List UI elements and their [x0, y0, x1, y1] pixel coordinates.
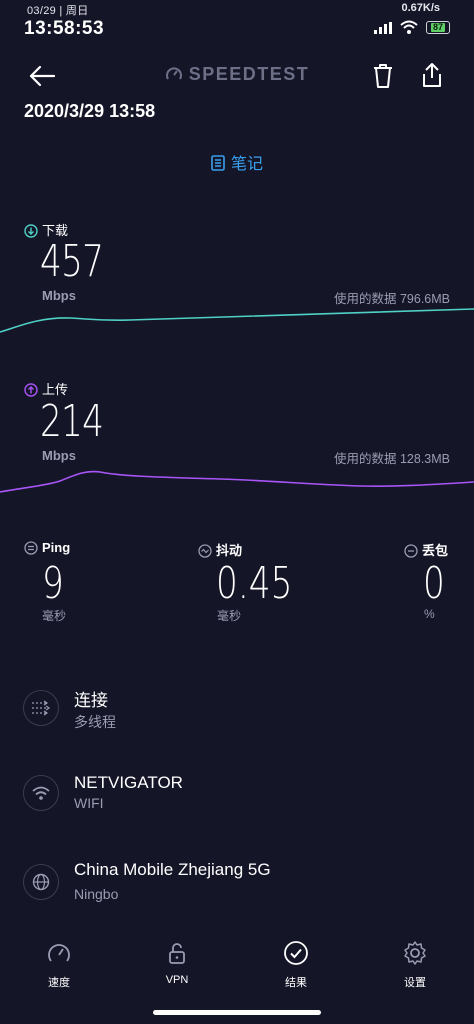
- jitter-icon: [198, 544, 212, 558]
- test-timestamp: 2020/3/29 13:58: [24, 101, 156, 121]
- ping-icon: [24, 541, 38, 555]
- connection-icon: [23, 690, 59, 726]
- speedometer-icon: [48, 944, 70, 962]
- jitter-label: 抖动: [216, 543, 243, 558]
- upload-icon: [24, 383, 38, 397]
- network-type: WIFI: [74, 795, 104, 811]
- ping-label: Ping: [42, 540, 71, 555]
- loss-label: 丢包: [422, 543, 449, 558]
- packet-loss-icon: [404, 544, 418, 558]
- upload-value: 214: [40, 396, 104, 447]
- connection-title: 连接: [74, 691, 108, 710]
- nav-vpn-label: VPN: [165, 974, 189, 986]
- ping-label-row: Ping: [24, 540, 70, 555]
- status-time: 13:58:53: [24, 18, 105, 39]
- battery-icon: 87: [426, 21, 450, 34]
- nav-speed-label: 速度: [48, 977, 70, 989]
- nav-settings-label: 设置: [404, 977, 426, 989]
- nav-results[interactable]: 结果: [256, 940, 336, 990]
- loss-value: 0: [423, 558, 445, 609]
- app-title: SPEEDTEST: [0, 64, 474, 85]
- nav-results-label: 结果: [285, 977, 307, 989]
- upload-label: 上传: [42, 382, 69, 397]
- ping-value: 9: [42, 558, 64, 609]
- share-icon[interactable]: [421, 62, 443, 88]
- server-name: China Mobile Zhejiang 5G: [74, 860, 271, 879]
- signal-icon: [374, 22, 392, 34]
- notes-label: 笔记: [230, 156, 263, 173]
- loss-label-row: 丢包: [404, 540, 448, 559]
- battery-level: 87: [430, 22, 445, 32]
- delete-icon[interactable]: [372, 63, 394, 89]
- download-icon: [24, 224, 38, 238]
- wifi-icon: [23, 775, 59, 811]
- globe-icon: [23, 864, 59, 900]
- app-title-text: SPEEDTEST: [188, 64, 310, 84]
- nav-vpn[interactable]: VPN: [137, 940, 217, 986]
- upload-graph: [0, 470, 474, 493]
- network-speed: 0.67K/s: [401, 2, 440, 14]
- notes-icon: [211, 155, 225, 171]
- connection-sub: 多线程: [74, 714, 116, 730]
- jitter-label-row: 抖动: [198, 540, 242, 559]
- loss-unit: %: [424, 607, 435, 621]
- download-value: 457: [40, 236, 104, 287]
- lock-icon: [169, 943, 185, 964]
- nav-speed[interactable]: 速度: [19, 940, 99, 990]
- jitter-value: 0.45: [216, 558, 293, 609]
- notes-button[interactable]: 笔记: [0, 150, 474, 174]
- gear-icon: [404, 941, 426, 965]
- download-graph: [0, 308, 474, 333]
- server-location: Ningbo: [74, 886, 119, 902]
- status-date: 03/29 | 周日: [27, 5, 89, 17]
- network-name: NETVIGATOR: [74, 773, 183, 792]
- ping-unit: 毫秒: [42, 609, 67, 623]
- check-circle-icon: [284, 941, 308, 965]
- nav-settings[interactable]: 设置: [375, 940, 455, 990]
- wifi-status-icon: [400, 20, 418, 34]
- home-indicator[interactable]: [153, 1010, 321, 1015]
- jitter-unit: 毫秒: [217, 609, 242, 623]
- gauge-logo-icon: [165, 67, 182, 80]
